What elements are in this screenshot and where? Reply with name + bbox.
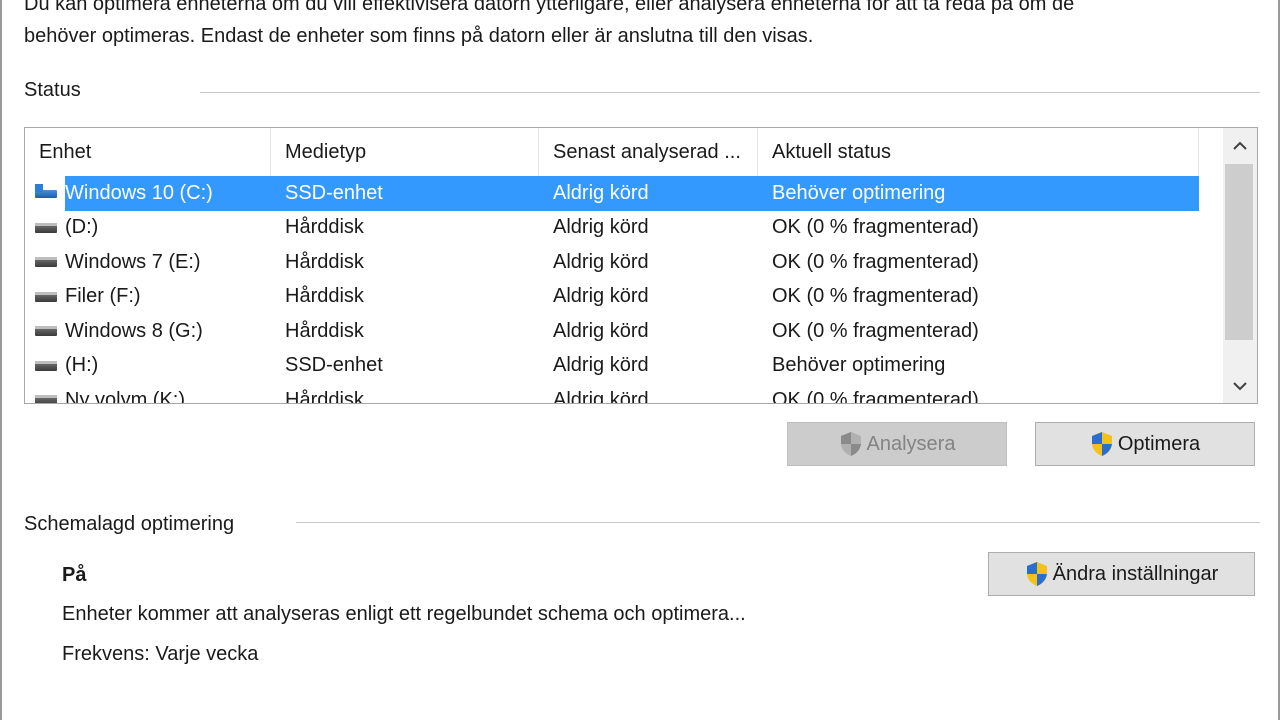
- cell-drive: Windows 8 (G:): [25, 320, 271, 343]
- change-settings-button-label: Ändra inställningar: [1052, 562, 1219, 585]
- drive-name: Windows 10 (C:): [65, 181, 213, 204]
- scheduled-section-title: Schemalagd optimering: [24, 513, 235, 535]
- optimize-button[interactable]: Optimera: [1035, 422, 1255, 466]
- scrollbar-thumb[interactable]: [1225, 164, 1253, 340]
- table-row[interactable]: Ny volym (K:) Hårddisk Aldrig körd OK (0 % …: [25, 383, 1199, 404]
- cell-drive: Filer (F:): [25, 285, 271, 308]
- intro-line-2: behöver optimeras. Endast de enheter som…: [24, 25, 814, 47]
- uac-shield-icon: [840, 432, 861, 456]
- cell-media-type: Hårddisk: [285, 216, 364, 239]
- cell-media-type: SSD-enhet: [285, 354, 383, 377]
- cell-media-type: Hårddisk: [285, 388, 364, 404]
- cell-last-analyzed: Aldrig körd: [553, 354, 649, 377]
- drive-icon: [35, 290, 57, 304]
- drive-name: Windows 7 (E:): [65, 250, 201, 273]
- cell-last-analyzed: Aldrig körd: [553, 319, 649, 342]
- scroll-down-arrow-icon[interactable]: [1223, 369, 1257, 403]
- table-row[interactable]: (D:) Hårddisk Aldrig körd OK (0 % fragmente…: [25, 211, 1199, 246]
- intro-line-1: Du kan optimera enheterna om du vill eff…: [24, 0, 1075, 15]
- drive-name: Windows 8 (G:): [65, 319, 203, 342]
- column-header-current-status[interactable]: Aktuell status: [758, 128, 1199, 176]
- cell-drive: Ny volym (K:): [25, 388, 271, 404]
- cell-last-analyzed: Aldrig körd: [553, 181, 649, 204]
- cell-media-type: Hårddisk: [285, 285, 364, 308]
- window-left-border: [0, 0, 2, 720]
- column-header-last-analyzed[interactable]: Senast analyserad ...: [539, 128, 758, 176]
- status-divider: [200, 92, 1260, 93]
- cell-current-status: OK (0 % fragmenterad): [772, 250, 979, 273]
- drive-name: (H:): [65, 354, 99, 377]
- drive-list-header: Enhet Medietyp Senast analyserad ... Akt…: [25, 128, 1199, 176]
- drive-name: (D:): [65, 216, 99, 239]
- cell-current-status: OK (0 % fragmenterad): [772, 388, 979, 404]
- cell-media-type: SSD-enhet: [285, 181, 383, 204]
- schedule-frequency: Frekvens: Varje vecka: [62, 643, 259, 665]
- schedule-description: Enheter kommer att analyseras enligt ett…: [62, 603, 746, 625]
- windows-drive-icon: [35, 184, 57, 200]
- drive-icon: [35, 221, 57, 235]
- analyze-button-label: Analysera: [866, 432, 956, 455]
- drive-name: Ny volym (K:): [65, 388, 185, 404]
- cell-last-analyzed: Aldrig körd: [553, 285, 649, 308]
- cell-current-status: OK (0 % fragmenterad): [772, 216, 979, 239]
- cell-current-status: Behöver optimering: [772, 181, 946, 204]
- cell-last-analyzed: Aldrig körd: [553, 216, 649, 239]
- drive-icon: [35, 393, 57, 403]
- cell-current-status: OK (0 % fragmenterad): [772, 285, 979, 308]
- table-row[interactable]: (H:) SSD-enhet Aldrig körd Behöver optimeri…: [25, 349, 1199, 384]
- uac-shield-icon: [1091, 432, 1112, 456]
- table-row[interactable]: Windows 7 (E:) Hårddisk Aldrig körd OK (0 %…: [25, 245, 1199, 280]
- drive-icon: [35, 359, 57, 373]
- drive-list-rows: Windows 10 (C:) SSD-enhet Aldrig körd Behöv…: [25, 176, 1199, 404]
- intro-text: Du kan optimera enheterna om du vill eff…: [24, 0, 1264, 52]
- table-row[interactable]: Windows 10 (C:) SSD-enhet Aldrig körd Behöv…: [25, 176, 1199, 211]
- cell-drive: (H:): [25, 354, 271, 377]
- cell-media-type: Hårddisk: [285, 319, 364, 342]
- drive-icon: [35, 324, 57, 338]
- analyze-button[interactable]: Analysera: [787, 422, 1007, 466]
- table-row[interactable]: Filer (F:) Hårddisk Aldrig körd OK (0 % fra…: [25, 280, 1199, 315]
- optimize-button-label: Optimera: [1117, 432, 1201, 455]
- cell-last-analyzed: Aldrig körd: [553, 388, 649, 404]
- cell-drive: Windows 10 (C:): [25, 182, 271, 205]
- drive-list-scrollbar[interactable]: [1223, 128, 1257, 403]
- cell-drive: (D:): [25, 216, 271, 239]
- table-row[interactable]: Windows 8 (G:) Hårddisk Aldrig körd OK (0 %…: [25, 314, 1199, 349]
- change-settings-button[interactable]: Ändra inställningar: [988, 552, 1255, 596]
- cell-drive: Windows 7 (E:): [25, 251, 271, 274]
- drive-name: Filer (F:): [65, 285, 141, 308]
- scheduled-divider: [296, 522, 1260, 523]
- scroll-up-arrow-icon[interactable]: [1223, 128, 1257, 162]
- status-section-title: Status: [24, 79, 81, 101]
- cell-media-type: Hårddisk: [285, 250, 364, 273]
- column-header-drive[interactable]: Enhet: [25, 128, 271, 176]
- cell-current-status: Behöver optimering: [772, 354, 946, 377]
- drive-list[interactable]: Enhet Medietyp Senast analyserad ... Akt…: [24, 127, 1258, 404]
- drive-icon: [35, 255, 57, 269]
- cell-last-analyzed: Aldrig körd: [553, 250, 649, 273]
- uac-shield-icon: [1026, 562, 1047, 586]
- schedule-state: På: [62, 564, 87, 586]
- column-header-media-type[interactable]: Medietyp: [271, 128, 539, 176]
- cell-current-status: OK (0 % fragmenterad): [772, 319, 979, 342]
